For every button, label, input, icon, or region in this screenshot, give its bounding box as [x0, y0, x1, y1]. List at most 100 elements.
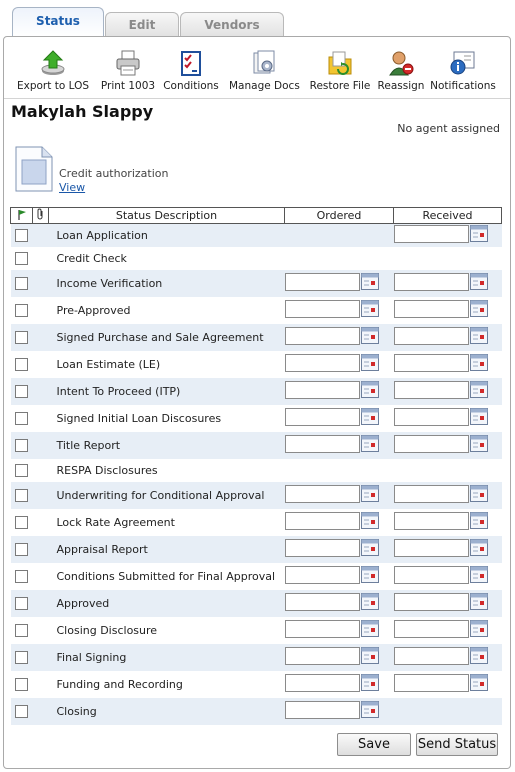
calendar-icon[interactable]	[469, 435, 488, 452]
ordered-date-input[interactable]	[284, 299, 360, 318]
row-checkbox[interactable]	[14, 623, 28, 637]
calendar-icon[interactable]	[360, 381, 379, 398]
row-checkbox[interactable]	[14, 438, 28, 452]
row-checkbox[interactable]	[14, 650, 28, 664]
reassign-button[interactable]: Reassign	[377, 49, 425, 95]
received-date-input[interactable]	[393, 646, 469, 665]
ordered-date-input[interactable]	[284, 380, 360, 399]
calendar-icon[interactable]	[469, 408, 488, 425]
calendar-icon[interactable]	[469, 674, 488, 691]
ordered-date-input[interactable]	[284, 538, 360, 557]
tab-status[interactable]: Status	[12, 7, 104, 37]
received-date-input[interactable]	[393, 353, 469, 372]
calendar-icon[interactable]	[360, 593, 379, 610]
tab-vendors[interactable]: Vendors	[180, 12, 284, 36]
conditions-button[interactable]: Conditions	[162, 49, 220, 95]
calendar-icon[interactable]	[360, 566, 379, 583]
ordered-date-input[interactable]	[284, 272, 360, 291]
calendar-icon[interactable]	[360, 273, 379, 290]
row-checkbox[interactable]	[14, 357, 28, 371]
calendar-icon[interactable]	[360, 647, 379, 664]
manage-docs-button[interactable]: Manage Docs	[229, 49, 300, 95]
row-checkbox[interactable]	[14, 384, 28, 398]
row-checkbox[interactable]	[14, 276, 28, 290]
row-checkbox[interactable]	[14, 229, 28, 242]
ordered-date-input[interactable]	[284, 700, 360, 719]
calendar-icon[interactable]	[360, 701, 379, 718]
ordered-date-input[interactable]	[284, 592, 360, 611]
received-date-input[interactable]	[393, 434, 469, 453]
received-date-input[interactable]	[393, 272, 469, 291]
row-checkbox[interactable]	[14, 677, 28, 691]
calendar-icon[interactable]	[469, 273, 488, 290]
ordered-date-input[interactable]	[284, 484, 360, 503]
row-checkbox[interactable]	[14, 463, 28, 477]
tab-edit[interactable]: Edit	[105, 12, 179, 36]
ordered-date-input[interactable]	[284, 565, 360, 584]
row-checkbox[interactable]	[14, 596, 28, 610]
send-status-button[interactable]: Send Status	[416, 733, 498, 756]
attachment-column-header[interactable]	[32, 207, 49, 224]
received-date-input[interactable]	[393, 484, 469, 503]
calendar-icon[interactable]	[469, 539, 488, 556]
row-checkbox[interactable]	[14, 542, 28, 556]
ordered-date-input[interactable]	[284, 353, 360, 372]
calendar-icon[interactable]	[360, 485, 379, 502]
save-button[interactable]: Save	[337, 733, 411, 756]
calendar-icon[interactable]	[469, 647, 488, 664]
calendar-icon[interactable]	[469, 593, 488, 610]
calendar-icon[interactable]	[469, 566, 488, 583]
ordered-date-input[interactable]	[284, 619, 360, 638]
ordered-date-input[interactable]	[284, 646, 360, 665]
calendar-icon[interactable]	[469, 381, 488, 398]
flag-column-header[interactable]	[10, 207, 33, 224]
received-cell	[394, 247, 502, 270]
received-date-input[interactable]	[393, 538, 469, 557]
received-date-input[interactable]	[393, 380, 469, 399]
calendar-icon[interactable]	[469, 300, 488, 317]
calendar-icon[interactable]	[469, 485, 488, 502]
ordered-date-input[interactable]	[284, 326, 360, 345]
document-view-link[interactable]: View	[59, 181, 85, 194]
received-date-input[interactable]	[393, 407, 469, 426]
calendar-icon[interactable]	[469, 354, 488, 371]
row-checkbox[interactable]	[14, 303, 28, 317]
calendar-icon[interactable]	[360, 512, 379, 529]
calendar-icon[interactable]	[469, 512, 488, 529]
received-date-input[interactable]	[393, 224, 469, 243]
received-date-input[interactable]	[393, 673, 469, 692]
calendar-icon[interactable]	[360, 674, 379, 691]
received-date-input[interactable]	[393, 619, 469, 638]
received-date-input[interactable]	[393, 326, 469, 345]
calendar-icon[interactable]	[360, 300, 379, 317]
received-date-input[interactable]	[393, 565, 469, 584]
row-checkbox[interactable]	[14, 515, 28, 529]
print-1003-button[interactable]: Print 1003	[97, 49, 159, 95]
calendar-icon[interactable]	[469, 225, 488, 243]
ordered-date-input[interactable]	[284, 673, 360, 692]
row-checkbox-cell	[10, 535, 33, 563]
received-date-input[interactable]	[393, 511, 469, 530]
calendar-icon[interactable]	[360, 327, 379, 344]
notifications-button[interactable]: Notifications	[430, 49, 496, 95]
row-checkbox[interactable]	[14, 704, 28, 718]
export-to-los-button[interactable]: Export to LOS	[16, 49, 90, 95]
calendar-icon[interactable]	[360, 539, 379, 556]
row-checkbox[interactable]	[14, 330, 28, 344]
ordered-date-input[interactable]	[284, 434, 360, 453]
calendar-icon[interactable]	[360, 408, 379, 425]
row-checkbox[interactable]	[14, 569, 28, 583]
row-checkbox[interactable]	[14, 488, 28, 502]
calendar-icon[interactable]	[469, 327, 488, 344]
calendar-icon[interactable]	[360, 620, 379, 637]
row-checkbox[interactable]	[14, 411, 28, 425]
ordered-date-input[interactable]	[284, 511, 360, 530]
calendar-icon[interactable]	[360, 435, 379, 452]
received-date-input[interactable]	[393, 592, 469, 611]
calendar-icon[interactable]	[469, 620, 488, 637]
ordered-date-input[interactable]	[284, 407, 360, 426]
row-checkbox[interactable]	[14, 251, 28, 265]
restore-file-button[interactable]: Restore File	[308, 49, 372, 95]
received-date-input[interactable]	[393, 299, 469, 318]
calendar-icon[interactable]	[360, 354, 379, 371]
